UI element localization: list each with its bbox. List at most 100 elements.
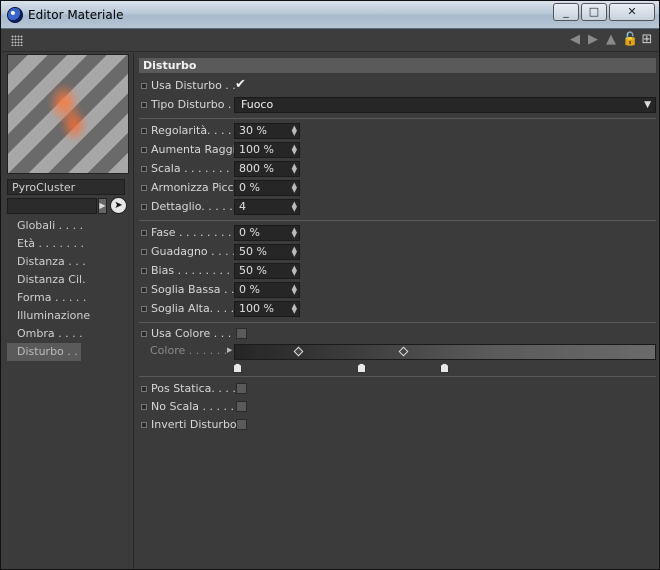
minimize-button[interactable]: _	[553, 3, 579, 21]
divider	[139, 322, 656, 323]
row-armonizza-picco: Armonizza Picco 0 % ▲ ▼	[140, 179, 656, 197]
animate-dot-icon[interactable]	[141, 287, 147, 293]
forward-arrow-icon[interactable]: ▶	[586, 32, 600, 48]
row-soglia-bassa: Soglia Bassa . . 0 % ▲ ▼	[140, 281, 656, 299]
row-no-scala: No Scala . . . . .	[140, 398, 656, 416]
gradient-stop-handle[interactable]	[357, 363, 366, 373]
animate-dot-icon[interactable]	[141, 404, 147, 410]
label-inverti-disturbo: Inverti Disturbo	[151, 418, 237, 431]
gradient-stop-handle[interactable]	[440, 363, 449, 373]
row-guadagno: Guadagno . . . . . 50 % ▲ ▼	[140, 243, 656, 261]
label-scala: Scala . . . . . . . .	[151, 162, 237, 175]
animate-dot-icon[interactable]	[141, 147, 147, 153]
maximize-button[interactable]: □	[581, 3, 607, 21]
material-preview[interactable]	[7, 54, 129, 174]
row-fase: Fase . . . . . . . . . 0 % ▲ ▼	[140, 224, 656, 242]
material-name[interactable]: PyroCluster	[7, 179, 125, 195]
channel-list: Globali . . . . Età . . . . . . . Distan…	[7, 217, 129, 361]
new-window-icon[interactable]: ⊞	[640, 32, 654, 48]
animate-dot-icon[interactable]	[141, 185, 147, 191]
animate-dot-icon[interactable]	[141, 249, 147, 255]
animate-dot-icon[interactable]	[141, 306, 147, 312]
dettaglio-input[interactable]: 4 ▲ ▼	[234, 199, 300, 215]
regolarita-input[interactable]: 30 % ▲ ▼	[234, 123, 300, 139]
divider	[139, 118, 656, 119]
spinner-arrows-icon: ▲ ▼	[291, 264, 297, 277]
up-arrow-icon[interactable]: ▲	[604, 32, 618, 48]
row-regolarita: Regolarità. . . . . 30 % ▲ ▼	[140, 122, 656, 140]
animate-dot-icon[interactable]	[141, 230, 147, 236]
gradient-knot[interactable]	[398, 346, 409, 357]
spinner-arrows-icon: ▲ ▼	[291, 226, 297, 239]
row-bias: Bias . . . . . . . . . 50 % ▲ ▼	[140, 262, 656, 280]
gradient-knot[interactable]	[293, 346, 304, 357]
spinner-arrows-icon: ▲ ▼	[291, 124, 297, 137]
label-aumenta-raggio: Aumenta Raggio	[151, 143, 243, 156]
nav-item-globali[interactable]: Globali . . . .	[7, 217, 129, 235]
title-bar[interactable]: Editor Materiale _ □ ✕	[1, 1, 659, 29]
label-fase: Fase . . . . . . . . .	[151, 226, 239, 239]
inverti-disturbo-checkbox[interactable]	[236, 419, 247, 430]
row-colore: Colore . . . . . . ▶	[140, 342, 656, 376]
armonizza-picco-input[interactable]: 0 % ▲ ▼	[234, 180, 300, 196]
animate-dot-icon[interactable]	[141, 386, 147, 392]
material-editor-window: Editor Materiale _ □ ✕ ◀ ▶ ▲ 🔓 ⊞ PyroClu…	[0, 0, 660, 570]
animate-dot-icon[interactable]	[141, 268, 147, 274]
nav-item-distanza-cil[interactable]: Distanza Cil.	[7, 271, 129, 289]
label-armonizza-picco: Armonizza Picco	[151, 181, 241, 194]
pointer-cursor-icon[interactable]: ➤	[110, 197, 127, 214]
row-inverti-disturbo: Inverti Disturbo	[140, 416, 656, 434]
row-usa-disturbo: Usa Disturbo . . ✔	[140, 77, 656, 95]
color-gradient-bar[interactable]	[234, 344, 656, 360]
close-button[interactable]: ✕	[609, 3, 655, 21]
window-title: Editor Materiale	[28, 8, 124, 22]
nav-item-forma[interactable]: Forma . . . . .	[7, 289, 129, 307]
spinner-arrows-icon: ▲ ▼	[291, 245, 297, 258]
animate-dot-icon[interactable]	[141, 331, 147, 337]
cinema4d-app-icon	[7, 7, 23, 23]
usa-disturbo-checkbox[interactable]: ✔	[235, 77, 246, 92]
usa-colore-checkbox[interactable]	[236, 328, 247, 339]
soglia-bassa-input[interactable]: 0 % ▲ ▼	[234, 282, 300, 298]
search-input[interactable]	[7, 198, 97, 214]
nav-item-ombra[interactable]: Ombra . . . .	[7, 325, 129, 343]
animate-dot-icon[interactable]	[141, 128, 147, 134]
animate-dot-icon[interactable]	[141, 83, 147, 89]
soglia-alta-input[interactable]: 100 % ▲ ▼	[234, 301, 300, 317]
section-title: Disturbo	[139, 58, 656, 73]
nav-item-disturbo[interactable]: Disturbo . . .	[7, 343, 81, 361]
animate-dot-icon[interactable]	[141, 422, 147, 428]
animate-dot-icon[interactable]	[141, 204, 147, 210]
fire-preview-image	[44, 81, 94, 143]
expand-arrow-icon[interactable]: ▶	[227, 346, 232, 354]
fase-input[interactable]: 0 % ▲ ▼	[234, 225, 300, 241]
row-scala: Scala . . . . . . . . 800 % ▲ ▼	[140, 160, 656, 178]
label-guadagno: Guadagno . . . . .	[151, 245, 243, 258]
aumenta-raggio-input[interactable]: 100 % ▲ ▼	[234, 142, 300, 158]
no-scala-checkbox[interactable]	[236, 401, 247, 412]
guadagno-input[interactable]: 50 % ▲ ▼	[234, 244, 300, 260]
back-arrow-icon[interactable]: ◀	[568, 32, 582, 48]
animate-dot-icon[interactable]	[141, 102, 147, 108]
scala-input[interactable]: 800 % ▲ ▼	[234, 161, 300, 177]
label-bias: Bias . . . . . . . . .	[151, 264, 238, 277]
divider	[139, 376, 656, 377]
chevron-down-icon: ▼	[644, 100, 651, 110]
gradient-stop-handle[interactable]	[233, 363, 242, 373]
label-colore: Colore . . . . . .	[150, 344, 228, 357]
search-dropdown-arrow-icon[interactable]: ▶	[98, 198, 107, 214]
bias-input[interactable]: 50 % ▲ ▼	[234, 263, 300, 279]
left-panel: PyroCluster ▶ ➤ Globali . . . . Età . . …	[2, 53, 134, 569]
nav-item-eta[interactable]: Età . . . . . . .	[7, 235, 129, 253]
lock-icon[interactable]: 🔓	[622, 32, 638, 48]
menu-grip-icon[interactable]	[11, 35, 23, 46]
pos-statica-checkbox[interactable]	[236, 383, 247, 394]
nav-item-distanza[interactable]: Distanza . . .	[7, 253, 129, 271]
tipo-disturbo-value: Fuoco	[241, 98, 274, 111]
spinner-arrows-icon: ▲ ▼	[291, 200, 297, 213]
nav-item-illuminazione[interactable]: Illuminazione	[7, 307, 129, 325]
tipo-disturbo-select[interactable]: Fuoco ▼	[234, 97, 656, 113]
row-aumenta-raggio: Aumenta Raggio 100 % ▲ ▼	[140, 141, 656, 159]
animate-dot-icon[interactable]	[141, 166, 147, 172]
label-dettaglio: Dettaglio. . . . . .	[151, 200, 240, 213]
